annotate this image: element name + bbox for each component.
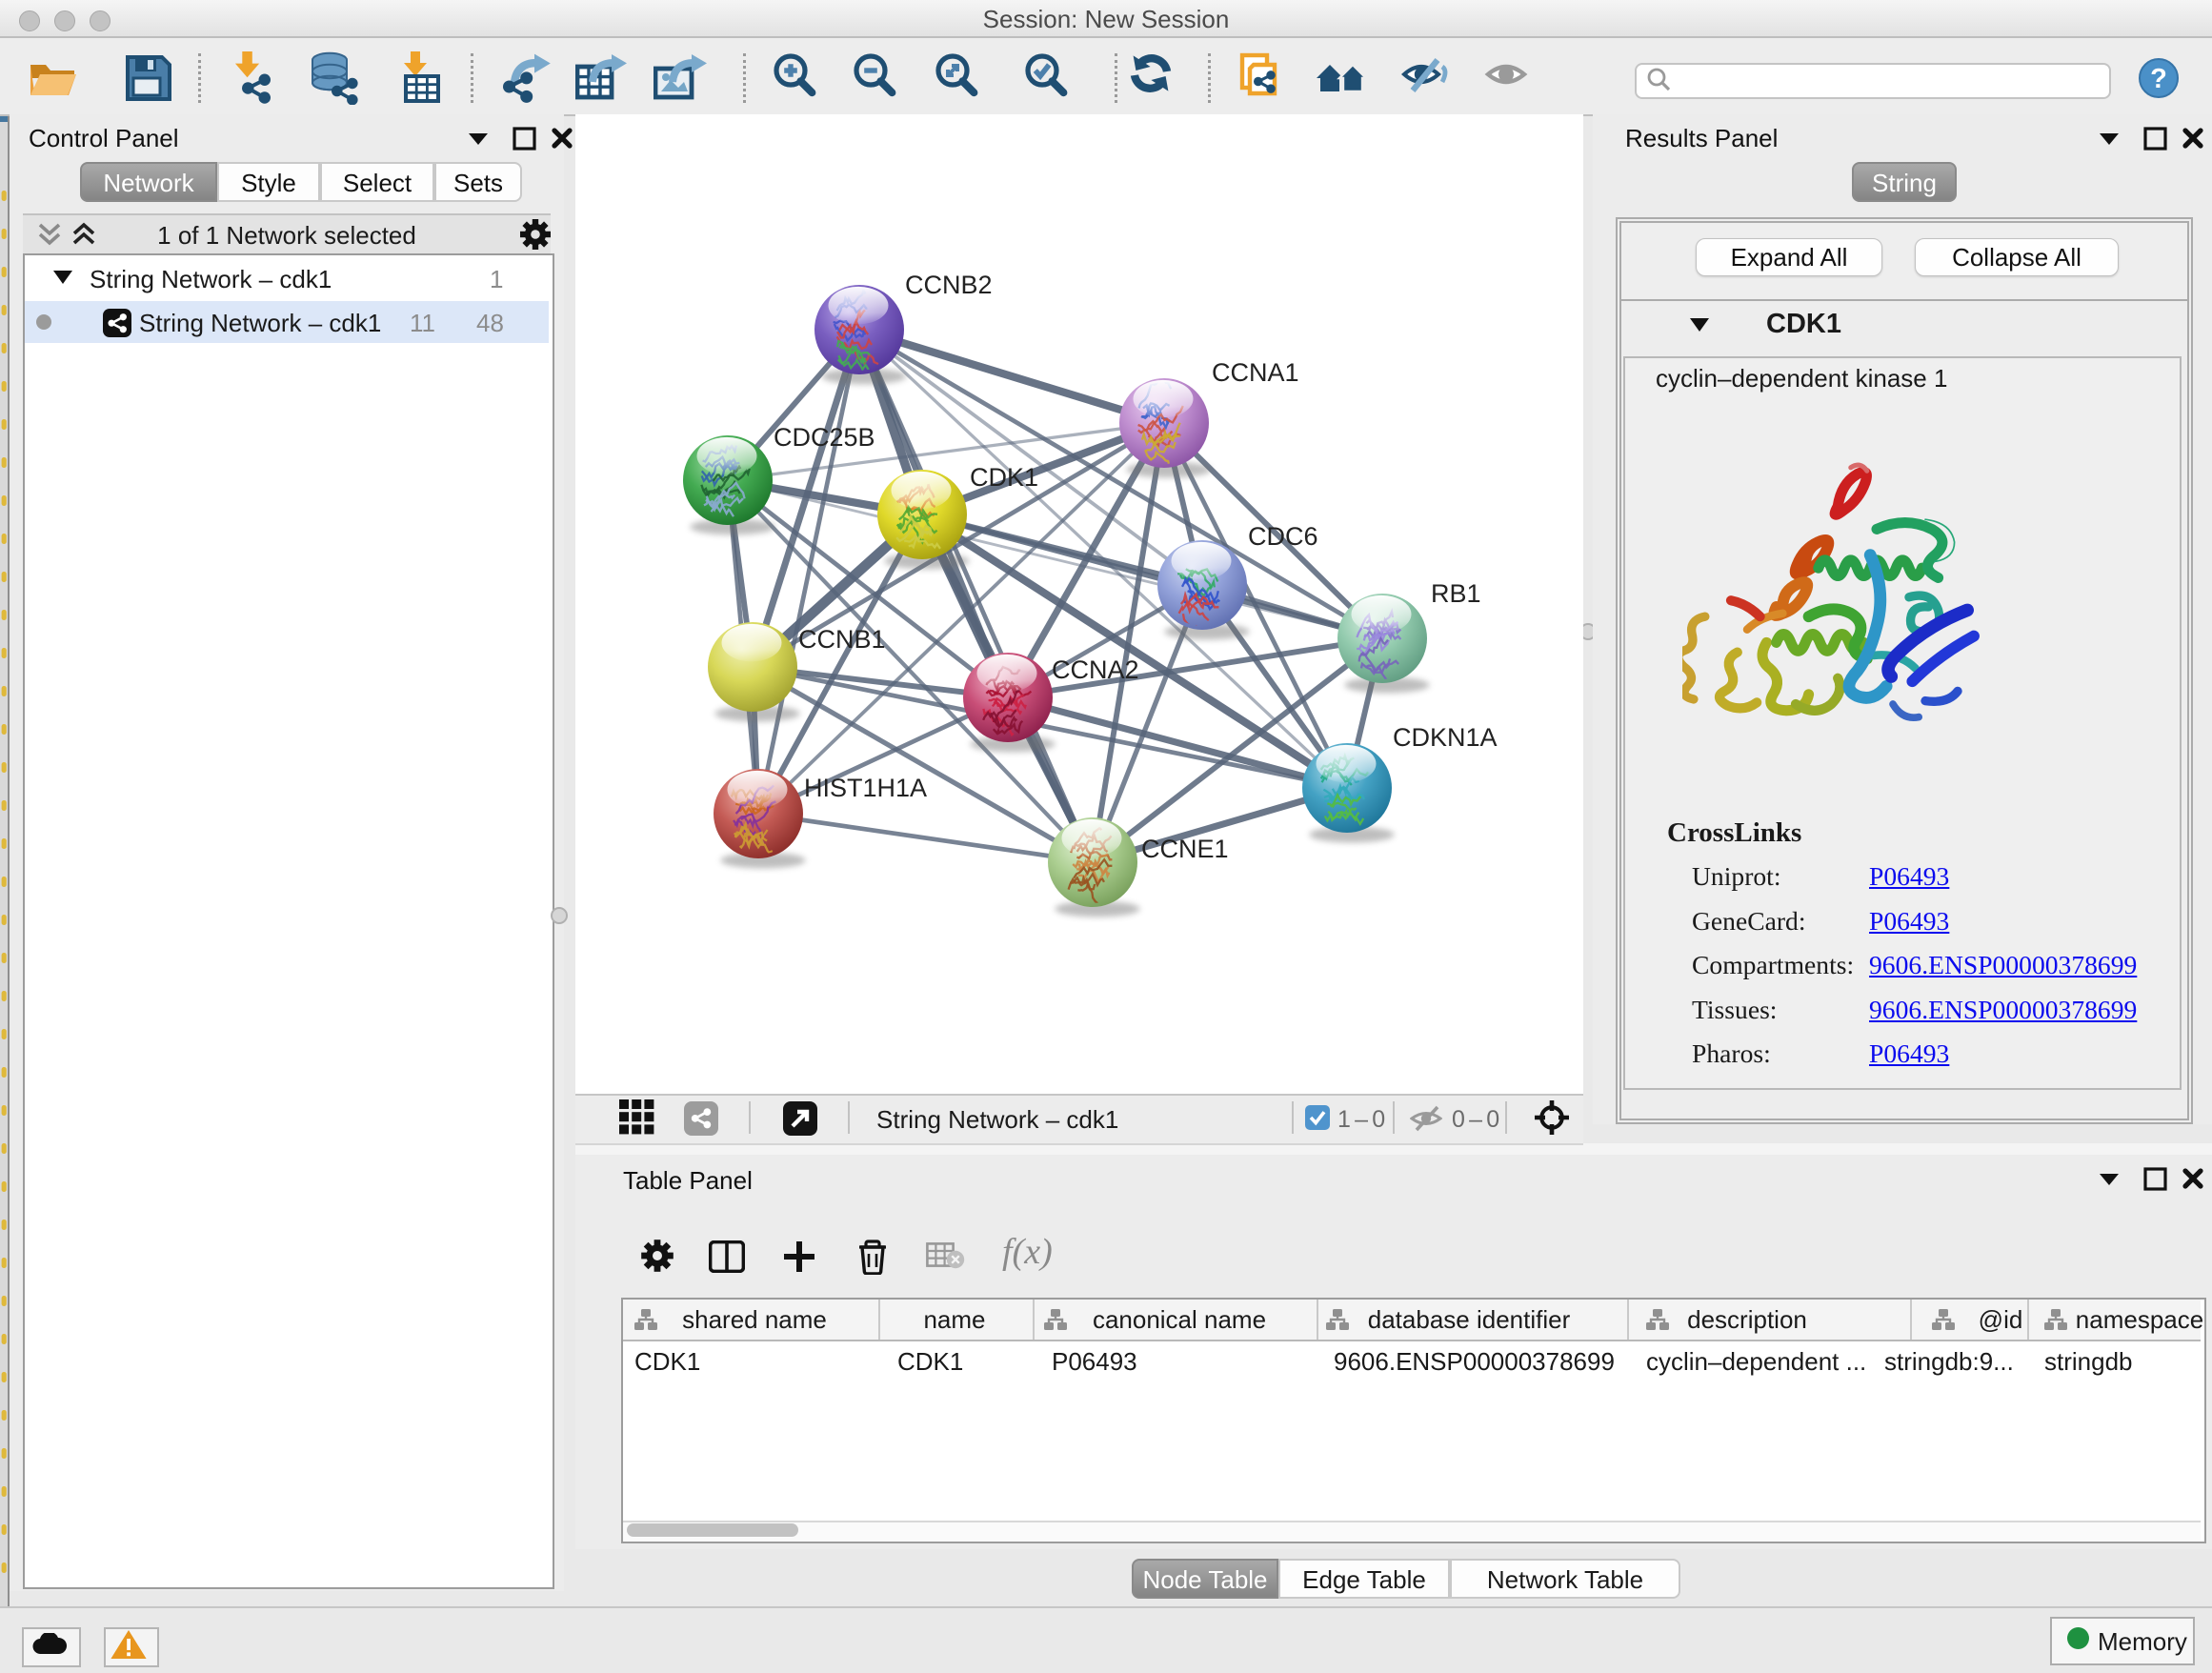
svg-text:CCNE1: CCNE1 (1141, 835, 1229, 863)
svg-text:CDC25B: CDC25B (774, 423, 875, 452)
svg-text:CCNB2: CCNB2 (905, 271, 993, 299)
svg-text:CDKN1A: CDKN1A (1393, 723, 1498, 752)
svg-text:CCNA2: CCNA2 (1052, 655, 1139, 684)
svg-text:RB1: RB1 (1431, 579, 1481, 608)
svg-text:CDK1: CDK1 (970, 463, 1038, 492)
svg-text:CDC6: CDC6 (1248, 522, 1318, 551)
svg-text:HIST1H1A: HIST1H1A (804, 774, 927, 802)
svg-text:?: ? (2150, 64, 2167, 94)
svg-text:CCNA1: CCNA1 (1212, 358, 1299, 387)
svg-text:CCNB1: CCNB1 (798, 625, 886, 654)
